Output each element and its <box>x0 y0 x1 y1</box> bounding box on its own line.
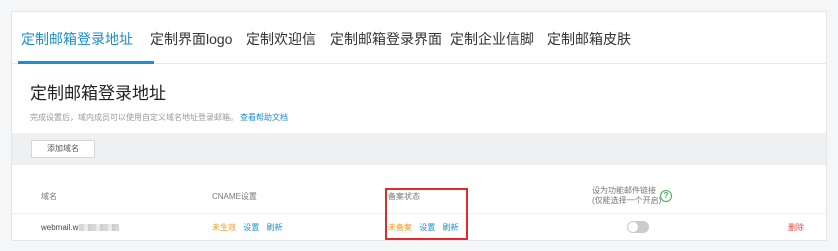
page-description: 完成设置后，域内成员可以使用自定义域名地址登录邮箱。 查看帮助文档 <box>30 113 288 123</box>
tab-interface-logo[interactable]: 定制界面logo <box>150 31 232 47</box>
settings-panel: 定制邮箱登录地址 定制界面logo 定制欢迎信 定制邮箱登录界面 定制企业信脚 … <box>11 11 827 241</box>
page-title: 定制邮箱登录地址 <box>30 84 166 103</box>
tab-login-address[interactable]: 定制邮箱登录地址 <box>21 31 133 47</box>
tab-login-page[interactable]: 定制邮箱登录界面 <box>330 31 442 47</box>
masked-domain-part <box>79 224 120 232</box>
header-cname: CNAME设置 <box>212 192 257 201</box>
delete-link[interactable]: 删除 <box>788 223 804 233</box>
domain-name: webmail.w <box>41 223 79 232</box>
toggle-knob <box>628 222 638 232</box>
header-forward-line1: 设为功能邮件链接 <box>592 186 656 195</box>
table-row-domain: webmail.w <box>41 223 120 233</box>
header-domain: 域名 <box>41 192 57 201</box>
header-forward: 设为功能邮件链接 (仅能选择一个开启) <box>592 186 662 206</box>
help-doc-link[interactable]: 查看帮助文档 <box>240 113 288 122</box>
toolbar: 添加域名 <box>12 133 826 165</box>
active-tab-indicator <box>18 61 154 64</box>
record-status-highlight <box>385 188 468 240</box>
help-icon[interactable]: ? <box>660 190 672 202</box>
tab-bar: 定制邮箱登录地址 定制界面logo 定制欢迎信 定制邮箱登录界面 定制企业信脚 … <box>12 12 826 64</box>
cname-cell: 未生效 设置 刷新 <box>212 223 282 233</box>
header-forward-line2: (仅能选择一个开启) <box>592 196 662 205</box>
tab-welcome-letter[interactable]: 定制欢迎信 <box>246 31 316 47</box>
add-domain-button[interactable]: 添加域名 <box>31 140 95 158</box>
forward-toggle[interactable] <box>627 221 649 233</box>
cname-set-link[interactable]: 设置 <box>243 223 259 232</box>
cname-status: 未生效 <box>212 223 236 232</box>
tab-mailbox-skin[interactable]: 定制邮箱皮肤 <box>547 31 631 47</box>
cname-refresh-link[interactable]: 刷新 <box>266 223 282 232</box>
tab-enterprise-footer[interactable]: 定制企业信脚 <box>450 31 534 47</box>
description-text: 完成设置后，域内成员可以使用自定义域名地址登录邮箱。 <box>30 113 238 122</box>
